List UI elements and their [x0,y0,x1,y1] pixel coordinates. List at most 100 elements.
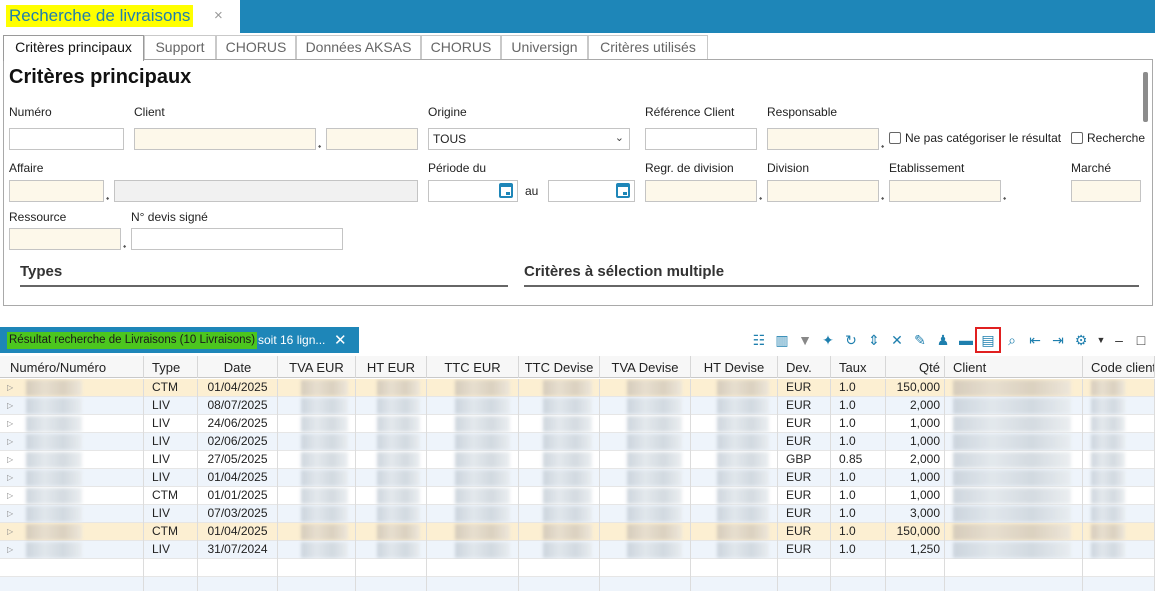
row-expand-icon[interactable]: ▷ [7,506,13,522]
lookup-pin-icon[interactable]: ⬩ [881,193,884,203]
table-cell [600,541,691,559]
ressource-input[interactable] [9,228,121,250]
row-expand-icon[interactable]: ▷ [7,434,13,450]
table-row[interactable]: ▷ LIV 27/05/2025 GBP 0.85 2,000 [0,451,1155,469]
columns-icon[interactable]: ☷ [750,331,768,349]
maximize-icon[interactable]: □ [1132,331,1150,349]
col-ttc-eur[interactable]: TTC EUR [427,356,519,378]
row-expand-icon[interactable]: ▷ [7,470,13,486]
group-icon[interactable]: ♟ [934,331,952,349]
recherche-checkbox[interactable] [1071,132,1083,144]
table-cell: 2,000 [886,397,945,415]
origine-select[interactable]: TOUS ⌄ [428,128,630,150]
lookup-pin-icon[interactable]: ⬩ [881,141,884,151]
table-row[interactable]: ▷ CTM 01/04/2025 EUR 1.0 150,000 [0,523,1155,541]
tab-support[interactable]: Support [144,35,216,60]
redacted-value [953,416,1071,432]
col-client[interactable]: Client [945,356,1083,378]
tab-chorus[interactable]: CHORUS [216,35,296,60]
col-taux[interactable]: Taux [831,356,886,378]
lookup-pin-icon[interactable]: ⬩ [106,193,109,203]
search-icon[interactable]: ⌕ [1003,331,1021,349]
bar-chart-icon[interactable]: ▥ [773,331,791,349]
col-date[interactable]: Date [198,356,278,378]
search-settings-icon[interactable]: ⚙ [1072,331,1090,349]
indent-increase-icon[interactable]: ⇥ [1049,331,1067,349]
table-cell [1083,433,1155,451]
table-row[interactable]: ▷ CTM 01/01/2025 EUR 1.0 1,000 [0,487,1155,505]
ne-pas-categoriser-checkbox[interactable] [889,132,901,144]
row-expand-icon[interactable]: ▷ [7,380,13,396]
filter-icon[interactable]: ▼ [796,331,814,349]
tab-universign[interactable]: Universign [501,35,588,60]
pipette-icon[interactable]: ✎ [911,331,929,349]
col-tva-eur[interactable]: TVA EUR [278,356,356,378]
tab-donnees-aksas[interactable]: Données AKSAS [296,35,421,60]
lookup-pin-icon[interactable]: ⬩ [318,141,321,151]
dropdown-arrow-icon[interactable]: ▼ [1092,331,1110,349]
table-row[interactable]: ▷ LIV 07/03/2025 EUR 1.0 3,000 [0,505,1155,523]
redacted-value [953,524,1071,540]
devis-signe-input[interactable] [131,228,343,250]
stack-icon[interactable]: ▬ [957,331,975,349]
tab-criteres-utilises[interactable]: Critères utilisés [588,35,708,60]
periode-au-input[interactable] [548,180,635,202]
grid-header: Numéro/Numéro Type Date TVA EUR HT EUR T… [0,356,1155,378]
calendar-icon[interactable] [499,183,513,198]
document-icon[interactable]: ▤ [975,327,1001,353]
ref-client-input[interactable] [645,128,757,150]
lookup-pin-icon[interactable]: ⬩ [123,241,126,251]
minimize-icon[interactable]: – [1110,331,1128,349]
tab-criteres-principaux[interactable]: Critères principaux [3,35,144,61]
table-row[interactable]: ▷ CTM 01/04/2025 EUR 1.0 150,000 [0,379,1155,397]
table-row[interactable]: ▷ LIV 01/04/2025 EUR 1.0 1,000 [0,469,1155,487]
table-row[interactable]: ▷ LIV 02/06/2025 EUR 1.0 1,000 [0,433,1155,451]
row-expand-icon[interactable]: ▷ [7,398,13,414]
division-input[interactable] [767,180,879,202]
refresh-icon[interactable]: ↻ [842,331,860,349]
expand-icon[interactable]: ⇕ [865,331,883,349]
col-ttc-devise[interactable]: TTC Devise [519,356,600,378]
calendar-icon[interactable] [616,183,630,198]
row-expand-icon[interactable]: ▷ [7,524,13,540]
window-tab[interactable]: Recherche de livraisons × [0,0,240,33]
numero-input[interactable] [9,128,124,150]
table-row[interactable]: ▷ LIV 08/07/2025 EUR 1.0 2,000 [0,397,1155,415]
col-code-client[interactable]: Code client [1083,356,1155,378]
indent-decrease-icon[interactable]: ⇤ [1026,331,1044,349]
col-tva-devise[interactable]: TVA Devise [600,356,691,378]
row-expand-icon[interactable]: ▷ [7,542,13,558]
client-code-input[interactable] [326,128,418,150]
table-cell [356,577,427,591]
affaire-input[interactable] [9,180,104,202]
table-row[interactable]: ▷ LIV 24/06/2025 EUR 1.0 1,000 [0,415,1155,433]
vertical-scrollbar[interactable] [1143,72,1148,122]
periode-du-input[interactable] [428,180,518,202]
row-expand-icon[interactable]: ▷ [7,452,13,468]
table-cell: 1.0 [831,487,886,505]
col-numero[interactable]: Numéro/Numéro [0,356,144,378]
col-ht-devise[interactable]: HT Devise [691,356,778,378]
col-devise[interactable]: Dev. [778,356,831,378]
etablissement-input[interactable] [889,180,1001,202]
table-row[interactable]: ▷ LIV 31/07/2024 EUR 1.0 1,250 [0,541,1155,559]
col-ht-eur[interactable]: HT EUR [356,356,427,378]
responsable-input[interactable] [767,128,879,150]
lookup-pin-icon[interactable]: ⬩ [759,193,762,203]
lookup-pin-icon[interactable]: ⬩ [1003,193,1006,203]
close-icon[interactable]: ✕ [334,331,347,350]
row-expand-icon[interactable]: ▷ [7,488,13,504]
marche-input[interactable] [1071,180,1141,202]
close-icon[interactable]: × [214,7,223,25]
table-cell [356,469,427,487]
client-input[interactable] [134,128,316,150]
results-tab[interactable]: Résultat recherche de Livraisons (10 Liv… [0,327,359,353]
row-expand-icon[interactable]: ▷ [7,416,13,432]
tab-chorus-2[interactable]: CHORUS [421,35,501,60]
results-bar: Résultat recherche de Livraisons (10 Liv… [0,325,1155,355]
col-type[interactable]: Type [144,356,198,378]
regr-division-input[interactable] [645,180,757,202]
collapse-icon[interactable]: ✕ [888,331,906,349]
col-qte[interactable]: Qté [886,356,945,378]
pin-icon[interactable]: ✦ [819,331,837,349]
